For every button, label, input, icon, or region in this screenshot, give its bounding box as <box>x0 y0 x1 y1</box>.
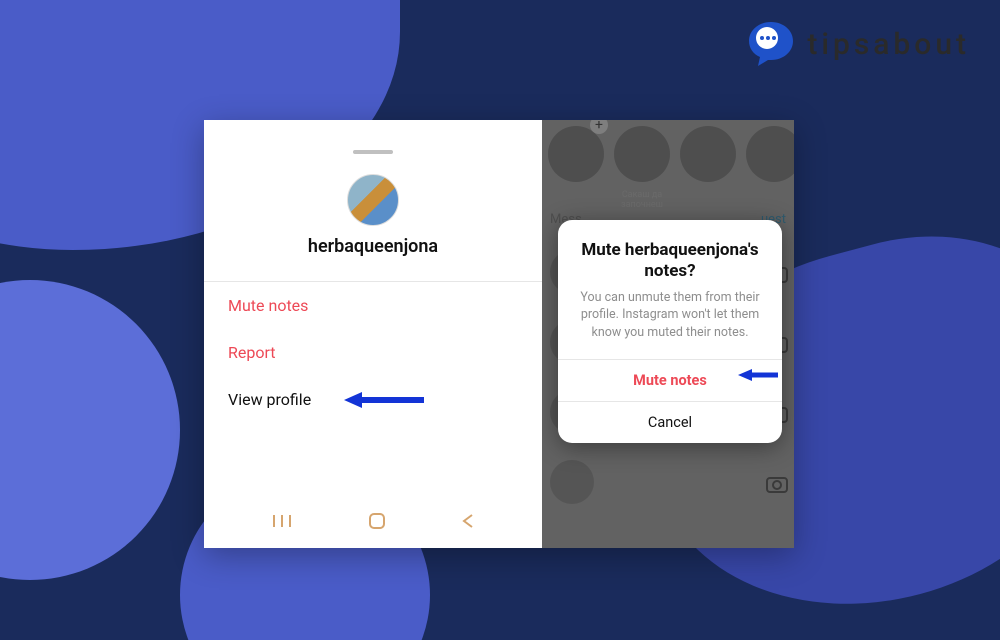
profile-action-sheet: herbaqueenjona Mute notes Report View pr… <box>204 120 542 548</box>
dialog-body: You can unmute them from their profile. … <box>558 289 782 360</box>
mute-notes-item[interactable]: Mute notes <box>204 282 542 329</box>
back-icon[interactable] <box>461 513 475 533</box>
chat-bubble-icon <box>745 18 797 70</box>
home-icon[interactable] <box>368 512 386 534</box>
dialog-title: Mute herbaqueenjona's notes? <box>558 220 782 289</box>
mute-notes-label: Mute notes <box>633 372 707 389</box>
android-nav-bar <box>204 504 542 548</box>
report-item[interactable]: Report <box>204 329 542 376</box>
recents-icon[interactable] <box>271 513 293 533</box>
annotation-arrow-icon <box>738 367 778 387</box>
sheet-username: herbaqueenjona <box>204 236 542 257</box>
annotation-arrow-icon <box>344 390 424 414</box>
tutorial-screenshot-card: herbaqueenjona Mute notes Report View pr… <box>204 120 794 548</box>
mute-confirm-dialog: Mute herbaqueenjona's notes? You can unm… <box>558 220 782 443</box>
brand-name: tipsabout <box>807 27 970 62</box>
avatar[interactable] <box>347 174 399 226</box>
cancel-button[interactable]: Cancel <box>558 401 782 443</box>
dm-screen-with-dialog: Сакаш да започнеш Mess uest Mute herbaqu… <box>542 120 794 548</box>
sheet-drag-handle[interactable] <box>353 150 393 154</box>
mute-notes-button[interactable]: Mute notes <box>558 359 782 401</box>
brand-logo: tipsabout <box>745 18 970 70</box>
